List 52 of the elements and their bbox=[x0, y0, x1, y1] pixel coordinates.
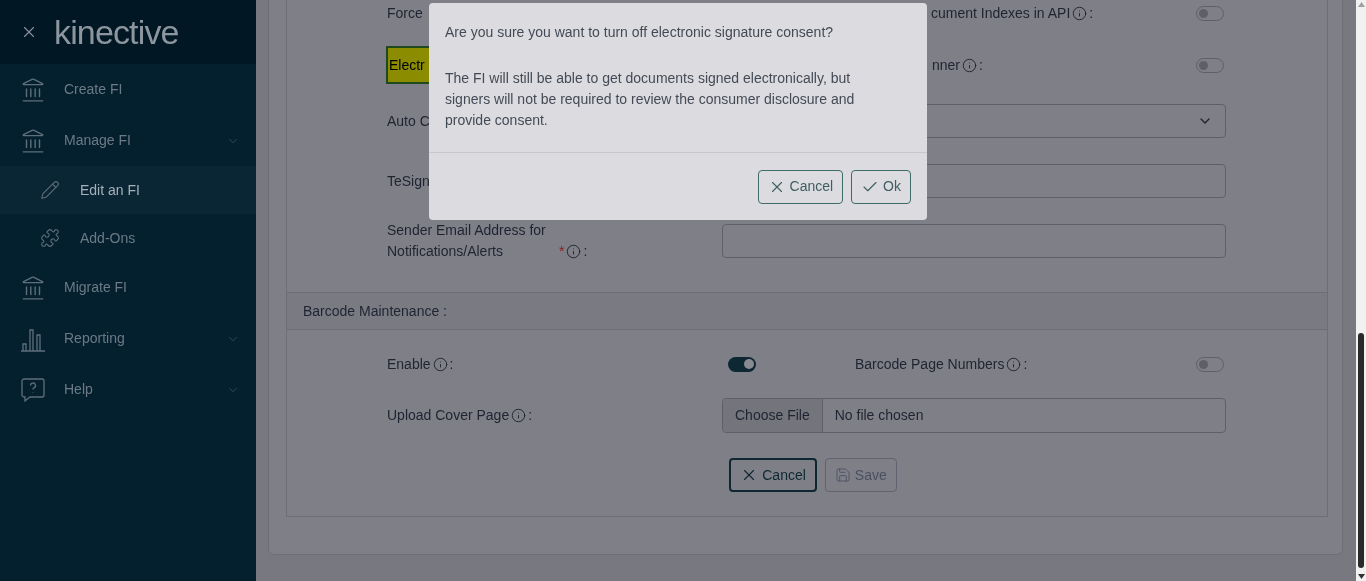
nav-item[interactable]: Help bbox=[0, 364, 256, 415]
field-label: Enable bbox=[387, 354, 431, 374]
file-name-text: No file chosen bbox=[833, 405, 925, 425]
choose-file-button[interactable]: Choose File bbox=[723, 398, 823, 432]
colon-text: : bbox=[979, 55, 983, 75]
section-header: Barcode Maintenance : bbox=[287, 292, 1327, 330]
field-label: cument Indexes in API bbox=[931, 3, 1071, 23]
required-mark: * bbox=[559, 242, 565, 261]
cancel-button[interactable]: Cancel bbox=[757, 169, 844, 204]
scrollbar[interactable] bbox=[1356, 0, 1366, 581]
toggle-switch[interactable] bbox=[728, 356, 756, 372]
ok-button[interactable]: Ok bbox=[851, 169, 911, 204]
field-label: Sender Email Address for Notifications/Alerts bbox=[387, 221, 547, 261]
info-icon[interactable] bbox=[1006, 356, 1022, 372]
help-icon bbox=[20, 376, 46, 403]
nav-item[interactable]: Migrate FI bbox=[0, 262, 256, 313]
info-icon[interactable] bbox=[432, 356, 448, 372]
logo: kinective bbox=[54, 15, 179, 49]
nav-item[interactable]: Manage FI bbox=[0, 115, 256, 166]
info-icon[interactable] bbox=[511, 407, 527, 423]
cancel-button[interactable]: Cancel bbox=[729, 458, 817, 492]
dialog-message: The FI will still be able to get documents signed electronically, but signers will not be required to review the consumer disclosure and provide consent. bbox=[445, 69, 856, 130]
field-label: Barcode Page Numbers bbox=[855, 354, 1005, 374]
bank-icon bbox=[20, 274, 46, 301]
scroll-down-icon[interactable] bbox=[1357, 574, 1365, 579]
puzzle-icon bbox=[40, 228, 60, 248]
colon-text: : bbox=[449, 354, 454, 374]
field-label: nner bbox=[932, 55, 961, 75]
text-input[interactable] bbox=[722, 224, 1226, 258]
bank-icon bbox=[20, 76, 46, 103]
nav-item[interactable]: Reporting bbox=[0, 313, 256, 364]
field-label: Electr bbox=[389, 55, 425, 75]
field-label: Force bbox=[387, 3, 423, 23]
field-label: Auto C bbox=[387, 111, 430, 131]
nav-subitem[interactable]: Add-Ons bbox=[0, 214, 256, 262]
file-input[interactable]: Choose File No file chosen bbox=[722, 397, 1226, 433]
save-icon bbox=[834, 467, 851, 483]
scroll-up-icon[interactable] bbox=[1357, 2, 1365, 7]
dialog-question: Are you sure you want to turn off electronic signature consent? bbox=[445, 23, 835, 42]
info-icon[interactable] bbox=[566, 244, 582, 259]
colon-text: : bbox=[1023, 354, 1028, 374]
field-label: Upload Cover Page bbox=[387, 405, 510, 425]
pencil-icon bbox=[40, 180, 60, 200]
field-label: TeSign bbox=[387, 171, 431, 191]
nav-item[interactable]: Create FI bbox=[0, 64, 256, 115]
info-icon[interactable] bbox=[962, 57, 978, 73]
nav-subitem[interactable]: Edit an FI bbox=[0, 166, 256, 214]
colon-text: : bbox=[528, 405, 533, 425]
bank-icon bbox=[20, 127, 46, 154]
colon-text: : bbox=[1089, 3, 1094, 23]
colon-text: : bbox=[583, 242, 588, 261]
info-icon[interactable] bbox=[1072, 5, 1088, 21]
